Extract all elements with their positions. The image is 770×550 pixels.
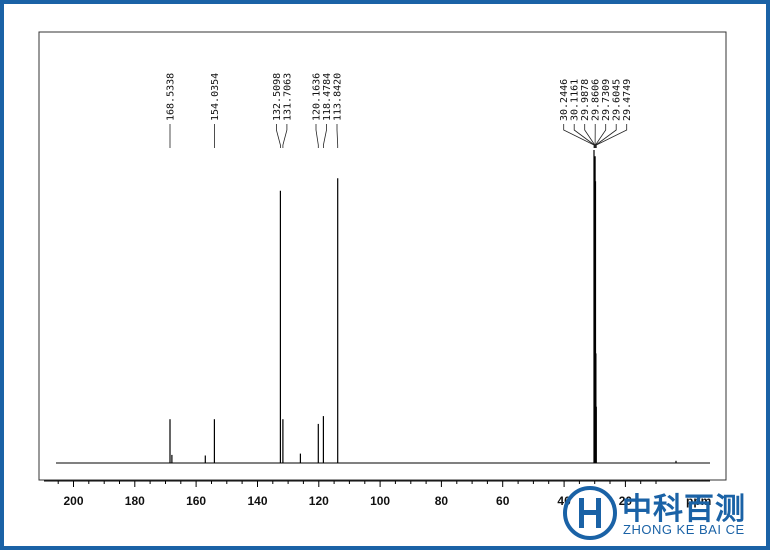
peak-label: 29.7309: [601, 79, 612, 121]
peak-leader-line: [322, 124, 327, 148]
peak-label: 168.5338: [166, 73, 177, 121]
peak-leader-line: [563, 124, 595, 148]
peaks: [169, 150, 677, 463]
peak-label: 30.1161: [570, 79, 581, 121]
x-tick-label: 160: [186, 494, 206, 508]
x-tick-label: 180: [125, 494, 145, 508]
peak-leader-line: [336, 124, 339, 148]
logo-mark-icon: [563, 486, 617, 540]
peak-label: 29.8606: [591, 79, 602, 121]
x-tick-label: 80: [435, 494, 449, 508]
peak-labels: 168.5338 154.0354 132.5098 131.7063 120.1636…: [166, 73, 634, 121]
peak-label: 113.8420: [333, 73, 344, 121]
peak-leader-line: [282, 124, 288, 148]
peak-label: 131.7063: [282, 73, 293, 121]
company-logo: 中科百测 ZHONG KE BAI CE: [560, 480, 765, 545]
peak-leader-line: [595, 124, 628, 148]
peak-label: 132.5098: [272, 73, 283, 121]
peak-leader-line: [315, 124, 319, 148]
x-tick-label: 100: [370, 494, 390, 508]
x-tick-label: 60: [496, 494, 510, 508]
peak-label: 118.4784: [322, 73, 333, 121]
logo-english-text: ZHONG KE BAI CE: [623, 522, 745, 537]
nmr-spectrum-chart: 168.5338 154.0354 132.5098 131.7063 120.1636…: [38, 31, 727, 508]
peak-label: 29.9878: [580, 79, 591, 121]
x-tick-label: 140: [247, 494, 267, 508]
peak-leader-lines: [169, 124, 628, 148]
x-tick-label: 120: [309, 494, 329, 508]
peak-label: 29.6045: [612, 79, 623, 121]
peak-leader-line: [275, 124, 281, 148]
x-tick-label: 200: [63, 494, 83, 508]
peak-label: 154.0354: [210, 73, 221, 121]
peak-label: 120.1636: [312, 73, 323, 121]
peak-label: 30.2446: [559, 79, 570, 121]
peak-label: 29.4749: [622, 79, 633, 121]
